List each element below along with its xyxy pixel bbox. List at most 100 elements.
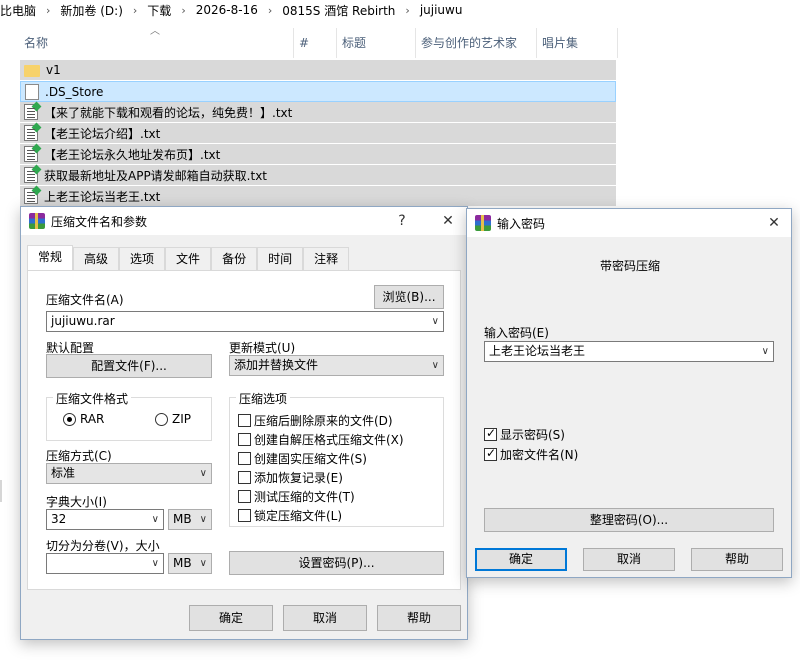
tab-general[interactable]: 常规 [27,245,74,271]
format-rar-radio[interactable]: RAR [63,412,104,426]
archive-format-group: 压缩文件格式 RAR ZIP [46,390,212,441]
breadcrumb-item[interactable]: 下载 [147,2,171,19]
archive-name-input[interactable]: jujiuwu.rar ∨ [46,311,444,332]
breadcrumb-item[interactable]: 0815S 酒馆 Rebirth [282,2,395,19]
dictionary-unit-select[interactable]: MB ∨ [168,509,212,530]
winrar-icon [29,213,45,229]
chevron-down-icon: ∨ [431,360,439,371]
dictionary-size-label: 字典大小(I) [46,495,107,509]
checkbox-icon[interactable] [238,490,251,503]
breadcrumb-item[interactable]: 2026-8-16 [196,3,258,17]
radio-selected-icon[interactable] [63,412,76,426]
option-lock[interactable]: 锁定压缩文件(L) [238,507,342,524]
column-header-title[interactable]: 标题 [338,28,416,58]
checkbox-icon[interactable] [238,471,251,484]
checkbox-icon[interactable] [238,452,251,465]
list-item[interactable]: .DS_Store [20,81,616,102]
list-item[interactable]: 上老王论坛当老王.txt [20,186,616,207]
option-label: 添加恢复记录(E) [254,471,343,485]
list-item[interactable]: v1 [20,60,616,81]
tab-options[interactable]: 选项 [119,247,166,271]
set-password-button[interactable]: 设置密码(P)... [229,551,444,575]
list-item[interactable]: 【老王论坛永久地址发布页】.txt [20,144,616,165]
tab-advanced[interactable]: 高级 [73,247,120,271]
chevron-right-icon: › [46,3,51,17]
breadcrumb-item[interactable]: jujiuwu [420,3,463,17]
encrypt-names-checkbox[interactable]: 加密文件名(N) [484,446,578,463]
show-password-label: 显示密码(S) [500,428,565,442]
format-zip-radio[interactable]: ZIP [155,412,191,426]
dictionary-unit-value: MB [173,512,192,526]
file-icon [25,83,39,100]
option-label: 创建固实压缩文件(S) [254,452,367,466]
archive-dialog-title: 压缩文件名和参数 [51,214,148,229]
chevron-right-icon: › [132,3,138,17]
archive-dialog: 压缩文件名和参数 ? ✕ 常规 高级 选项 文件 备份 时间 注释 压缩文件名(… [20,206,468,640]
password-input[interactable]: 上老王论坛当老王 ∨ [484,341,774,362]
option-solid[interactable]: 创建固实压缩文件(S) [238,450,367,467]
chevron-down-icon[interactable]: ∨ [432,312,439,331]
tab-backup[interactable]: 备份 [211,247,258,271]
browse-button[interactable]: 浏览(B)... [374,285,444,309]
column-header-number[interactable]: # [295,28,337,58]
file-name: 【老王论坛永久地址发布页】.txt [44,147,221,162]
file-name: 上老王论坛当老王.txt [44,189,161,204]
update-mode-value: 添加并替换文件 [234,358,319,372]
column-header-album[interactable]: 唱片集 [538,28,618,58]
format-rar-label: RAR [80,412,105,426]
update-mode-select[interactable]: 添加并替换文件 ∨ [229,355,444,376]
chevron-down-icon: ∨ [151,514,159,525]
list-item[interactable]: 获取最新地址及APP请发邮箱自动获取.txt [20,165,616,186]
archive-dialog-titlebar[interactable]: 压缩文件名和参数 ? ✕ [21,207,467,235]
compression-method-select[interactable]: 标准 ∨ [46,463,212,484]
show-password-checkbox[interactable]: 显示密码(S) [484,426,565,443]
column-header-artist[interactable]: 参与创作的艺术家 [417,28,537,58]
checkbox-checked-icon[interactable] [484,446,497,461]
update-mode-label: 更新模式(U) [229,341,296,355]
help-button[interactable]: 帮助 [691,548,783,571]
chevron-down-icon[interactable]: ∨ [762,342,769,361]
ok-button[interactable]: 确定 [475,548,567,571]
tab-time[interactable]: 时间 [257,247,304,271]
winrar-icon [475,215,491,231]
option-sfx[interactable]: 创建自解压格式压缩文件(X) [238,431,404,448]
option-delete-after[interactable]: 压缩后删除原来的文件(D) [238,412,393,429]
split-unit-select[interactable]: MB ∨ [168,553,212,574]
help-button[interactable]: ? [385,207,419,235]
option-test[interactable]: 测试压缩的文件(T) [238,488,355,505]
checkbox-icon[interactable] [238,433,251,446]
checkbox-icon[interactable] [238,509,251,522]
dictionary-size-select[interactable]: 32 ∨ [46,509,164,530]
file-name: v1 [46,63,61,77]
text-file-icon [24,167,38,183]
split-size-input[interactable]: ∨ [46,553,164,574]
close-icon[interactable]: ✕ [757,209,791,237]
radio-icon[interactable] [155,412,168,426]
breadcrumb-item[interactable]: 比电脑 [0,2,36,19]
list-item[interactable]: 【来了就能下载和观看的论坛，纯免费！】.txt [20,102,616,123]
cancel-button[interactable]: 取消 [583,548,675,571]
password-panel: 带密码压缩 输入密码(E) 上老王论坛当老王 ∨ 显示密码(S) 加密文件名(N… [474,237,786,549]
profiles-button[interactable]: 配置文件(F)... [46,354,212,378]
organize-passwords-button[interactable]: 整理密码(O)... [484,508,774,532]
password-dialog-titlebar[interactable]: 输入密码 ✕ [467,209,791,237]
list-item[interactable]: 【老王论坛介绍】.txt [20,123,616,144]
option-label: 锁定压缩文件(L) [254,509,343,523]
chevron-down-icon[interactable]: ∨ [152,554,159,573]
help-footer-button[interactable]: 帮助 [377,605,461,631]
option-recovery[interactable]: 添加恢复记录(E) [238,469,343,486]
compression-method-label: 压缩方式(C) [46,449,112,463]
checkbox-checked-icon[interactable] [484,426,497,441]
text-file-icon [24,188,38,204]
ok-button[interactable]: 确定 [189,605,273,631]
tab-files[interactable]: 文件 [165,247,212,271]
tab-bar: 常规 高级 选项 文件 备份 时间 注释 [27,245,350,271]
cancel-button[interactable]: 取消 [283,605,367,631]
column-header-name[interactable]: 名称 [20,28,294,58]
close-icon[interactable]: ✕ [431,207,465,235]
breadcrumb-item[interactable]: 新加卷 (D:) [60,2,122,19]
checkbox-icon[interactable] [238,414,251,427]
file-name: 【老王论坛介绍】.txt [44,126,161,141]
tab-comment[interactable]: 注释 [303,247,350,271]
text-file-icon [24,146,38,162]
